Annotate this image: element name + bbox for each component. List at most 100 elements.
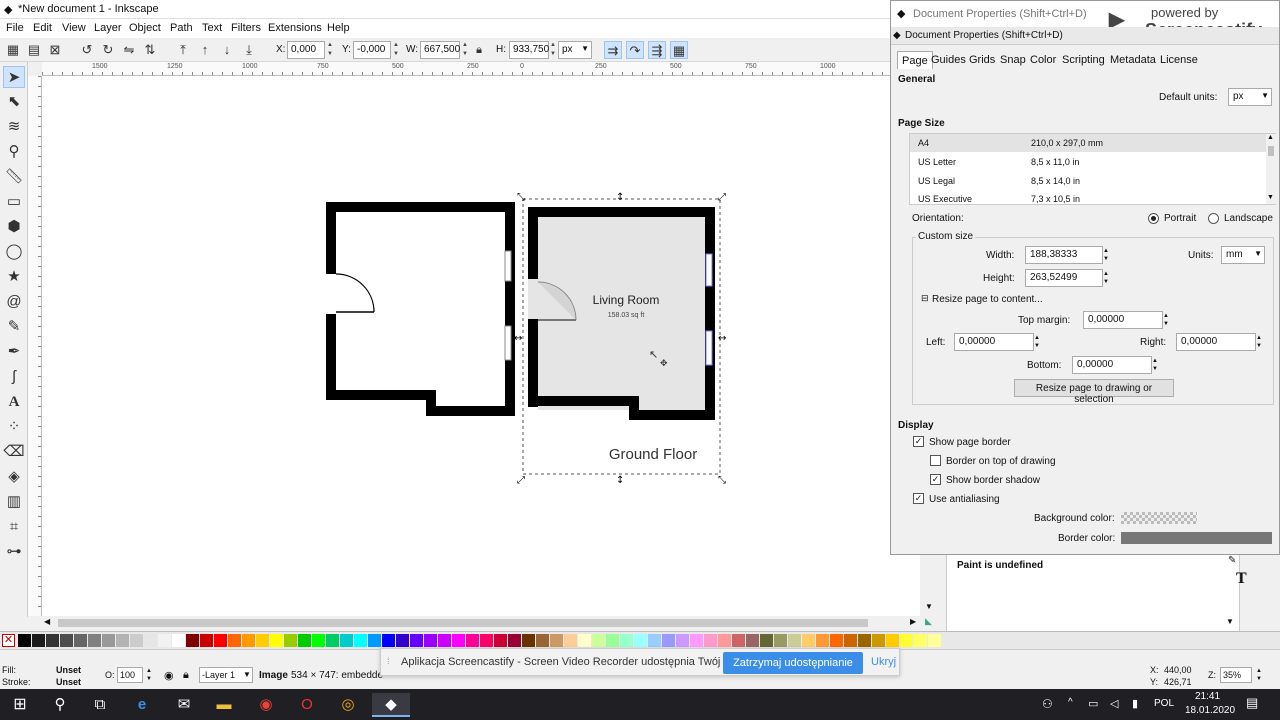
show-page-border-checkbox[interactable]: ✓ — [913, 436, 924, 447]
palette-swatch[interactable] — [74, 634, 87, 647]
palette-swatch[interactable] — [830, 634, 843, 647]
y-input[interactable]: -0,000 — [353, 41, 391, 59]
palette-swatch[interactable] — [522, 634, 535, 647]
palette-swatch[interactable] — [382, 634, 395, 647]
mail-icon[interactable]: ✉ — [172, 693, 196, 717]
right-margin-input[interactable]: 0,00000 — [1176, 333, 1256, 351]
h-input[interactable]: 933,750 — [509, 41, 549, 59]
palette-swatch[interactable] — [858, 634, 871, 647]
flip-horizontal-icon[interactable]: ⇋ — [120, 41, 138, 59]
unit-select[interactable]: px ▼ — [558, 41, 592, 59]
scroll-up-icon[interactable]: ▲ — [1267, 134, 1274, 141]
palette-swatch[interactable] — [200, 634, 213, 647]
menu-path[interactable]: Path — [170, 22, 193, 34]
palette-swatch[interactable] — [480, 634, 493, 647]
menu-extensions[interactable]: Extensions — [268, 22, 322, 34]
dropper-tool-icon[interactable]: ⌗ — [3, 516, 25, 538]
dialog-dock-bar[interactable]: ◆ Document Properties (Shift+Ctrl+D) — [891, 27, 1279, 45]
menu-layer[interactable]: Layer — [94, 22, 122, 34]
scroll-down-icon[interactable]: ▼ — [1267, 194, 1274, 201]
palette-swatch[interactable] — [844, 634, 857, 647]
palette-swatch[interactable] — [242, 634, 255, 647]
panel-scroll-icon[interactable]: ✎ — [1228, 555, 1236, 566]
collapse-toggle-icon[interactable]: ⊟ — [921, 293, 929, 304]
w-input[interactable]: 667,500 — [420, 41, 460, 59]
left-margin-spinner[interactable]: ▲ ▼ — [1034, 334, 1040, 350]
chrome-icon[interactable]: ◉ — [254, 693, 278, 717]
spray-tool-icon[interactable]: ⁘ — [3, 416, 25, 438]
palette-swatch[interactable] — [18, 634, 31, 647]
horizontal-scrollbar[interactable]: ◀ ▶ — [42, 616, 920, 630]
palette-swatch[interactable] — [326, 634, 339, 647]
portrait-radio[interactable] — [1148, 213, 1159, 224]
box-3d-tool-icon[interactable]: ⬢ — [3, 216, 25, 238]
list-item[interactable]: US Legal 8,5 x 14,0 in — [910, 172, 1266, 190]
width-spinner[interactable]: ▲ ▼ — [1103, 247, 1109, 263]
raise-to-top-icon[interactable]: ⤒ — [174, 41, 192, 59]
resize-to-content-toggle[interactable]: Resize page to content... — [932, 294, 1043, 305]
language-indicator[interactable]: POL — [1154, 698, 1174, 709]
palette-swatch[interactable] — [354, 634, 367, 647]
palette-swatch[interactable] — [634, 634, 647, 647]
palette-swatch[interactable] — [410, 634, 423, 647]
palette-swatch[interactable] — [102, 634, 115, 647]
width-input[interactable]: 188,38333 — [1025, 246, 1103, 264]
show-border-shadow-checkbox[interactable]: ✓ — [930, 474, 941, 485]
scale-stroke-icon[interactable]: ⇉ — [604, 41, 622, 59]
no-paint-swatch[interactable]: ✕ — [2, 634, 15, 647]
palette-swatch[interactable] — [368, 634, 381, 647]
menu-filters[interactable]: Filters — [231, 22, 261, 34]
palette-swatch[interactable] — [228, 634, 241, 647]
menu-object[interactable]: Object — [129, 22, 161, 34]
vertical-ruler[interactable] — [28, 76, 42, 616]
lock-layer-icon[interactable]: 🔒︎ — [183, 669, 189, 682]
border-color-swatch[interactable] — [1121, 532, 1272, 544]
palette-swatch[interactable] — [144, 634, 157, 647]
palette-swatch[interactable] — [802, 634, 815, 647]
measure-tool-icon[interactable]: 📏︎ — [3, 166, 25, 188]
rectangle-tool-icon[interactable]: ▭ — [3, 191, 25, 213]
inkscape-taskbar-icon[interactable]: ◆ — [372, 693, 410, 717]
layer-chevron-icon[interactable]: ▼ — [243, 670, 251, 679]
y-spinner[interactable]: ▲ ▼ — [392, 41, 400, 59]
palette-swatch[interactable] — [774, 634, 787, 647]
tab-color[interactable]: Color — [1026, 51, 1060, 69]
palette-swatch[interactable] — [676, 634, 689, 647]
menu-text[interactable]: Text — [202, 22, 222, 34]
palette-swatch[interactable] — [494, 634, 507, 647]
rotate-cw-icon[interactable]: ↻ — [99, 41, 117, 59]
palette-swatch[interactable] — [158, 634, 171, 647]
zoom-spinner[interactable]: ▲ ▼ — [1256, 667, 1262, 683]
node-tool-icon[interactable]: ⬉ — [3, 91, 25, 113]
palette-swatch[interactable] — [116, 634, 129, 647]
palette-swatch[interactable] — [508, 634, 521, 647]
palette-swatch[interactable] — [46, 634, 59, 647]
connector-tool-icon[interactable]: ⊶ — [3, 541, 25, 563]
list-item[interactable]: US Executive 7,3 x 10,5 in — [910, 191, 1266, 205]
deselect-icon[interactable]: ⊠ — [46, 41, 64, 59]
palette-swatch[interactable] — [746, 634, 759, 647]
transform-patterns-icon[interactable]: ▦ — [670, 41, 688, 59]
right-margin-spinner[interactable]: ▲ ▼ — [1256, 334, 1262, 350]
palette-swatch[interactable] — [886, 634, 899, 647]
search-icon[interactable]: ⚲ — [48, 693, 72, 717]
palette-swatch[interactable] — [438, 634, 451, 647]
tab-grids[interactable]: Grids — [965, 51, 999, 69]
palette-swatch[interactable] — [648, 634, 661, 647]
left-room[interactable] — [326, 202, 515, 416]
chrome-canary-icon[interactable]: ◎ — [336, 693, 360, 717]
units-select[interactable]: mm ▼ — [1221, 246, 1265, 264]
eye-icon[interactable]: ◉ — [164, 669, 174, 682]
tray-chevron-icon[interactable]: ^ — [1068, 697, 1073, 708]
fill-value[interactable]: Unset — [56, 665, 81, 675]
lower-to-bottom-icon[interactable]: ⤓ — [240, 41, 258, 59]
border-on-top-checkbox[interactable] — [930, 455, 941, 466]
lower-icon[interactable]: ↓ — [218, 41, 236, 59]
menu-view[interactable]: View — [62, 22, 86, 34]
list-scrollbar[interactable]: ▲ ▼ — [1266, 134, 1276, 204]
x-input[interactable]: 0,000 — [287, 41, 325, 59]
list-item[interactable]: A4 210,0 x 297,0 mm — [910, 134, 1266, 152]
gradient-tool-icon[interactable]: ▥ — [3, 491, 25, 513]
living-room[interactable]: Living Room 158.03 sq ft — [528, 207, 715, 420]
clock-date[interactable]: 18.01.2020 — [1185, 705, 1235, 716]
